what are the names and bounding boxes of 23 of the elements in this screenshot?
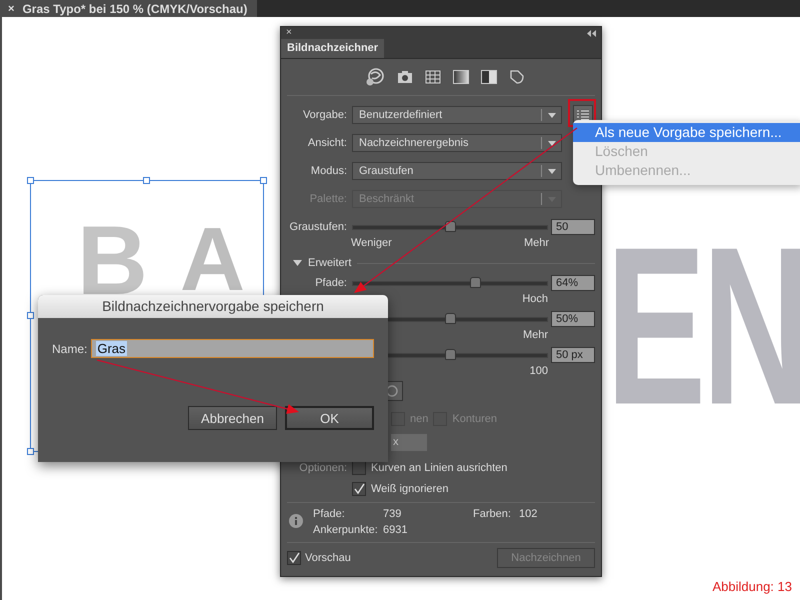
field-label: Vorgabe: bbox=[302, 109, 347, 121]
slider-label: Pfade: bbox=[314, 277, 347, 289]
range-label: Weniger bbox=[351, 237, 392, 249]
range-label: Mehr bbox=[522, 329, 548, 341]
checkbox-label: Vorschau bbox=[305, 552, 351, 564]
checkbox-label: Kurven an Linien ausrichten bbox=[371, 462, 508, 474]
stat-label: Farben: bbox=[473, 508, 512, 520]
range-label: Mehr bbox=[524, 237, 549, 249]
range-label: 100 bbox=[530, 365, 548, 377]
field-label: Modus: bbox=[310, 165, 347, 177]
checkbox-label: Weiß ignorieren bbox=[371, 482, 448, 494]
stat-value: 739 bbox=[383, 508, 402, 520]
field-label: Name: bbox=[52, 342, 88, 356]
field-label: Optionen: bbox=[298, 462, 347, 474]
document-title: Gras Typo* bei 150 % (CMYK/Vorschau) bbox=[22, 2, 248, 16]
field-label: Ansicht: bbox=[306, 137, 347, 149]
stat-value: 102 bbox=[519, 508, 538, 520]
stat-value: 6931 bbox=[383, 524, 408, 536]
stat-label: Ankerpunkte: bbox=[313, 524, 379, 536]
range-label: Hoch bbox=[522, 293, 548, 305]
slider-label: Graustufen: bbox=[288, 221, 347, 233]
stat-label: Pfade: bbox=[313, 508, 346, 520]
figure-caption: Abbildung: 13 bbox=[712, 579, 792, 594]
